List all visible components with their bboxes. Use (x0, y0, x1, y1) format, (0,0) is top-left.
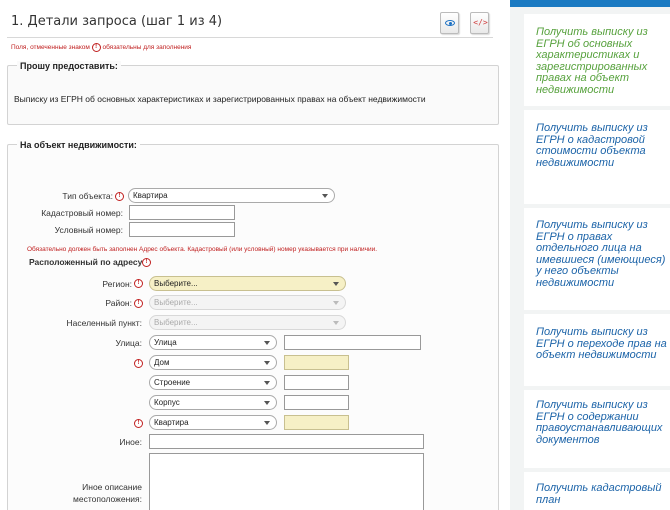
object-type-select[interactable]: Квартира (128, 188, 335, 203)
other-input[interactable] (149, 434, 424, 449)
sidebar-link-rights-transfer[interactable]: Получить выписку из ЕГРН о переходе прав… (536, 326, 668, 362)
other-description-textarea[interactable] (149, 453, 424, 510)
chevron-down-icon (333, 321, 339, 325)
conditional-number-label: Условный номер: (54, 225, 123, 235)
cadastral-number-label: Кадастровый номер: (41, 208, 123, 218)
sidebar-accent-bar (510, 0, 670, 7)
required-mark-icon: ! (134, 419, 143, 428)
building-input[interactable] (284, 375, 349, 390)
title-divider (7, 37, 493, 38)
request-fieldset: Прошу предоставить: Выписку из ЕГРН об о… (7, 61, 499, 125)
region-select[interactable]: Выберите... (149, 276, 346, 291)
chevron-down-icon (264, 341, 270, 345)
chevron-down-icon (264, 381, 270, 385)
chevron-down-icon (264, 421, 270, 425)
required-mark-icon: ! (134, 299, 143, 308)
korpus-input[interactable] (284, 395, 349, 410)
street-type-select[interactable]: Улица (149, 335, 277, 350)
sidebar-link-egrn-basic[interactable]: Получить выписку из ЕГРН об основных хар… (536, 26, 668, 96)
other-description-label: Иное описание местоположения: (73, 482, 142, 504)
xml-code-icon[interactable]: </> (470, 12, 489, 34)
address-warning: Обязательно должен быть заполнен Адрес о… (27, 246, 378, 253)
request-legend: Прошу предоставить: (17, 61, 121, 71)
region-label: Регион: (102, 279, 132, 289)
street-label: Улица: (115, 338, 143, 348)
eye-icon (445, 20, 455, 26)
page-title: 1. Детали запроса (шаг 1 из 4) (11, 14, 223, 29)
locality-label: Населенный пункт: (66, 318, 142, 328)
required-mark-icon: ! (91, 43, 101, 52)
cadastral-number-input[interactable] (129, 205, 235, 220)
house-input[interactable] (284, 355, 349, 370)
chevron-down-icon (264, 361, 270, 365)
required-mark-icon: ! (134, 359, 143, 368)
korpus-type-select[interactable]: Корпус (149, 395, 277, 410)
object-legend: На объект недвижимости: (17, 140, 140, 150)
sidebar: Получить выписку из ЕГРН об основных хар… (510, 0, 670, 510)
district-label: Район: (105, 298, 132, 308)
chevron-down-icon (322, 194, 328, 198)
object-type-label: Тип объекта: (62, 191, 113, 201)
apartment-input[interactable] (284, 415, 349, 430)
address-label: Расположенный по адресу: (29, 257, 146, 267)
house-type-select[interactable]: Дом (149, 355, 277, 370)
street-input[interactable] (284, 335, 421, 350)
conditional-number-input[interactable] (129, 222, 235, 237)
locality-select[interactable]: Выберите... (149, 315, 346, 330)
preview-icon[interactable] (440, 12, 459, 34)
building-type-select[interactable]: Строение (149, 375, 277, 390)
district-select[interactable]: Выберите... (149, 295, 346, 310)
other-label: Иное: (119, 437, 142, 447)
sidebar-link-cadastral-value[interactable]: Получить выписку из ЕГРН о кадастровой с… (536, 122, 668, 169)
chevron-down-icon (333, 282, 339, 286)
request-description: Выписку из ЕГРН об основных характеристи… (14, 94, 426, 104)
chevron-down-icon (333, 301, 339, 305)
request-form: 1. Детали запроса (шаг 1 из 4) </> Поля,… (0, 0, 510, 510)
required-mark-icon: ! (134, 279, 143, 288)
required-mark-icon: ! (115, 192, 124, 201)
sidebar-link-cadastral-plan[interactable]: Получить кадастровый план (536, 482, 668, 506)
sidebar-link-person-rights[interactable]: Получить выписку из ЕГРН о правах отдель… (536, 219, 668, 289)
apartment-type-select[interactable]: Квартира (149, 415, 277, 430)
sidebar-link-title-documents[interactable]: Получить выписку из ЕГРН о содержании пр… (536, 399, 668, 446)
required-fields-note: Поля, отмеченные знаком ! обязательны дл… (11, 43, 192, 52)
chevron-down-icon (264, 401, 270, 405)
required-mark-icon: ! (142, 258, 151, 267)
